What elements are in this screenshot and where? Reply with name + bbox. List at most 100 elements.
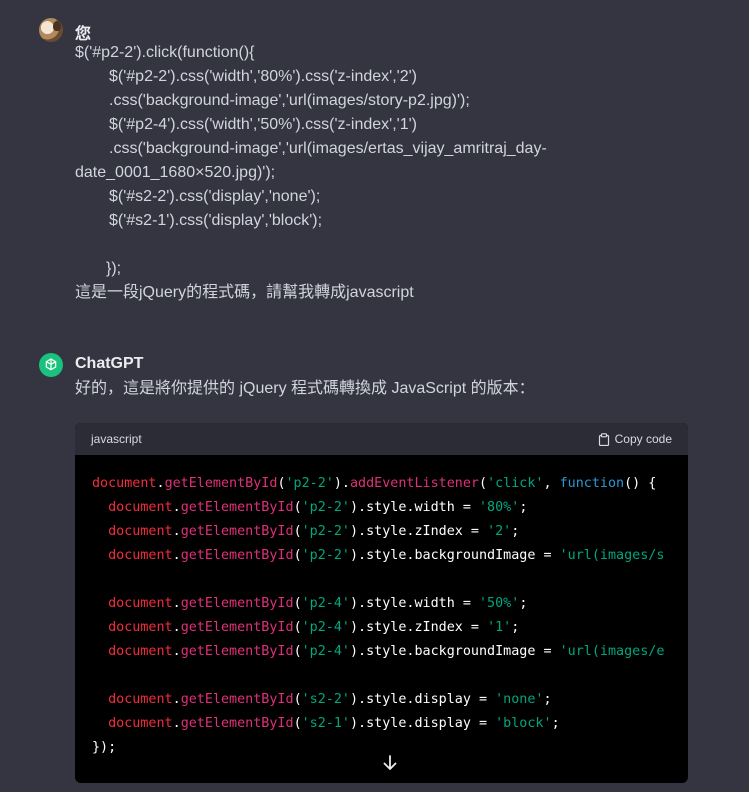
code-token: document xyxy=(92,476,157,491)
code-token: ( xyxy=(277,476,286,491)
code-token: . xyxy=(172,620,181,635)
code-token: '2' xyxy=(487,524,512,539)
code-line: document.getElementById('p2-2').style.zI… xyxy=(92,520,688,544)
code-token: ). xyxy=(333,476,350,491)
code-token: '50%' xyxy=(479,596,520,611)
code-token: ; xyxy=(511,620,520,635)
chat-thread: 您 $('#p2-2').click(function(){$('#p2-2')… xyxy=(0,0,749,792)
code-token: 's2-2' xyxy=(301,692,350,707)
code-line: document.getElementById('p2-2').style.wi… xyxy=(92,496,688,520)
code-token: '1' xyxy=(487,620,512,635)
code-token: ; xyxy=(519,500,528,515)
code-token: . xyxy=(172,644,181,659)
code-token: getElementById xyxy=(180,548,294,563)
code-line: document.getElementById('p2-4').style.zI… xyxy=(92,616,688,640)
code-token: 's2-1' xyxy=(301,716,350,731)
code-token: . xyxy=(172,548,181,563)
code-token: () { xyxy=(624,476,657,491)
code-token: , xyxy=(543,476,560,491)
code-token: . xyxy=(172,692,181,707)
assistant-reply-text: 好的，這是將你提供的 jQuery 程式碼轉換成 JavaScript 的版本： xyxy=(75,380,535,397)
code-token: ( xyxy=(293,524,302,539)
code-token: 'p2-2' xyxy=(301,524,350,539)
code-token: ( xyxy=(293,596,302,611)
user-message-line: .css('background-image','url(images/stor… xyxy=(109,92,470,109)
code-token: getElementById xyxy=(180,644,294,659)
user-message-line: }); xyxy=(106,260,122,277)
code-token: 'p2-4' xyxy=(301,644,350,659)
code-token: ( xyxy=(293,644,302,659)
code-token: ( xyxy=(293,716,302,731)
code-token: ).style.width = xyxy=(350,500,479,515)
code-token: ( xyxy=(293,548,302,563)
code-token: ( xyxy=(293,500,302,515)
copy-code-button[interactable]: Copy code xyxy=(598,432,672,446)
chatgpt-logo-icon xyxy=(39,353,63,377)
user-message-line: $('#p2-2').css('width','80%').css('z-ind… xyxy=(109,68,417,85)
code-token: document xyxy=(108,620,173,635)
code-token: . xyxy=(172,596,181,611)
arrow-down-icon xyxy=(383,755,397,770)
code-line: document.getElementById('p2-4').style.ba… xyxy=(92,640,688,664)
code-token: ; xyxy=(551,716,560,731)
code-token: 'p2-4' xyxy=(301,620,350,635)
user-message-line: $('#p2-2').click(function(){ xyxy=(75,44,255,61)
user-message: $('#p2-2').click(function(){ $('#p2-2').c… xyxy=(75,41,675,305)
code-token: document xyxy=(108,596,173,611)
code-token: getElementById xyxy=(180,716,294,731)
code-token: ; xyxy=(543,692,552,707)
code-token: addEventListener xyxy=(350,476,479,491)
code-token: 'url(images/s xyxy=(559,548,665,563)
code-token: document xyxy=(108,692,173,707)
code-token: getElementById xyxy=(164,476,278,491)
code-line: document.getElementById('p2-2').addEvent… xyxy=(92,472,688,496)
code-token: getElementById xyxy=(180,596,294,611)
code-token: '80%' xyxy=(479,500,520,515)
code-token: ).style.display = xyxy=(350,692,496,707)
user-avatar xyxy=(39,18,63,42)
user-message-line: $('#p2-4').css('width','50%').css('z-ind… xyxy=(109,116,417,133)
code-token: ( xyxy=(293,692,302,707)
code-token: getElementById xyxy=(180,620,294,635)
code-language-label: javascript xyxy=(91,432,142,446)
code-token: getElementById xyxy=(180,524,294,539)
assistant-name: ChatGPT xyxy=(75,355,144,372)
code-content: document.getElementById('p2-2').addEvent… xyxy=(75,455,688,760)
clipboard-icon xyxy=(598,432,609,446)
code-token: ).style.zIndex = xyxy=(350,620,488,635)
code-token: document xyxy=(108,524,173,539)
user-message-line: .css('background-image','url(images/erta… xyxy=(109,140,547,157)
code-block: javascript Copy code document.getElement… xyxy=(75,423,688,783)
code-token: 'url(images/e xyxy=(559,644,665,659)
code-token: . xyxy=(156,476,165,491)
code-token: ).style.display = xyxy=(350,716,496,731)
code-token: 'p2-2' xyxy=(285,476,334,491)
code-token: document xyxy=(108,548,173,563)
user-message-line: date_0001_1680×520.jpg)'); xyxy=(75,164,276,181)
code-token: 'p2-2' xyxy=(301,548,350,563)
user-message-line: $('#s2-1').css('display','block'); xyxy=(109,212,323,229)
code-token: . xyxy=(172,524,181,539)
code-token: ( xyxy=(293,620,302,635)
user-message-line: $('#s2-2').css('display','none'); xyxy=(109,188,321,205)
code-token: . xyxy=(172,500,181,515)
code-token: ( xyxy=(479,476,488,491)
code-token: 'p2-4' xyxy=(301,596,350,611)
code-token: 'p2-2' xyxy=(301,500,350,515)
code-token: document xyxy=(108,716,173,731)
code-token: ).style.backgroundImage = xyxy=(350,548,560,563)
code-token: }); xyxy=(92,740,117,755)
code-token: . xyxy=(172,716,181,731)
code-token: getElementById xyxy=(180,500,294,515)
code-token: function xyxy=(559,476,625,491)
code-token: ; xyxy=(519,596,528,611)
code-token: ).style.backgroundImage = xyxy=(350,644,560,659)
scroll-to-bottom-button[interactable] xyxy=(380,753,400,773)
code-line: document.getElementById('s2-2').style.di… xyxy=(92,688,688,712)
